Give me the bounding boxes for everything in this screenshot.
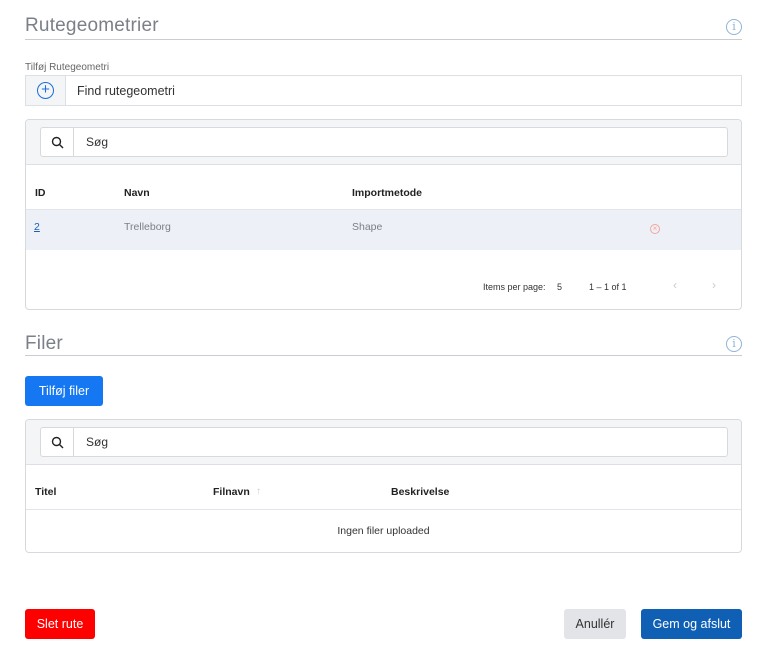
routes-search-input[interactable]: Søg: [74, 135, 108, 149]
column-header-beskrivelse[interactable]: Beskrivelse: [391, 486, 449, 498]
add-files-button[interactable]: Tilføj filer: [25, 376, 103, 406]
plus-circle-icon: +: [37, 82, 54, 99]
files-search-input[interactable]: Søg: [74, 435, 108, 449]
items-per-page-label: Items per page:: [483, 282, 546, 292]
next-page-icon[interactable]: ›: [712, 278, 716, 292]
items-per-page-select[interactable]: 5: [557, 282, 562, 292]
sort-arrow-up-icon[interactable]: ↑: [256, 486, 261, 497]
header-divider: [26, 509, 741, 510]
route-name: Trelleborg: [124, 221, 171, 233]
column-header-navn[interactable]: Navn: [124, 187, 150, 199]
files-search-box[interactable]: Søg: [40, 427, 728, 457]
paginator-range: 1 – 1 of 1: [589, 282, 627, 292]
routes-section-title: Rutegeometrier: [25, 15, 159, 36]
table-row[interactable]: 2 Trelleborg Shape ×: [26, 209, 741, 250]
column-header-importmetode[interactable]: Importmetode: [352, 187, 422, 199]
add-route-geometry-label: Tilføj Rutegeometri: [25, 62, 110, 73]
find-geometry-input[interactable]: Find rutegeometri: [66, 84, 175, 98]
column-header-titel[interactable]: Titel: [35, 486, 56, 498]
empty-files-message: Ingen filer uploaded: [337, 525, 430, 537]
delete-route-button[interactable]: Slet rute: [25, 609, 95, 639]
previous-page-icon[interactable]: ‹: [673, 278, 677, 292]
routes-search-box[interactable]: Søg: [40, 127, 728, 157]
files-table-panel: Søg Titel Filnavn ↑ Beskrivelse Ingen fi…: [25, 419, 742, 553]
add-route-geometry-field[interactable]: + Find rutegeometri: [25, 75, 742, 106]
add-geometry-button[interactable]: +: [26, 76, 66, 105]
route-import-method: Shape: [352, 221, 383, 233]
column-header-id[interactable]: ID: [35, 187, 46, 199]
files-info-icon[interactable]: i: [726, 336, 742, 352]
files-search-bar: Søg: [26, 420, 741, 465]
route-id-link[interactable]: 2: [34, 221, 40, 233]
remove-row-icon[interactable]: ×: [650, 224, 660, 234]
cancel-button[interactable]: Anullér: [564, 609, 626, 639]
save-and-close-button[interactable]: Gem og afslut: [641, 609, 742, 639]
routes-table-panel: Søg ID Navn Importmetode 2 Trelleborg Sh…: [25, 119, 742, 310]
routes-search-bar: Søg: [26, 120, 741, 165]
search-icon: [41, 128, 74, 156]
routes-info-icon[interactable]: i: [726, 19, 742, 35]
files-section-title: Filer: [25, 333, 63, 354]
column-header-filnavn[interactable]: Filnavn: [213, 486, 250, 498]
routes-section-divider: [25, 39, 742, 40]
search-icon: [41, 428, 74, 456]
files-section-divider: [25, 355, 742, 356]
